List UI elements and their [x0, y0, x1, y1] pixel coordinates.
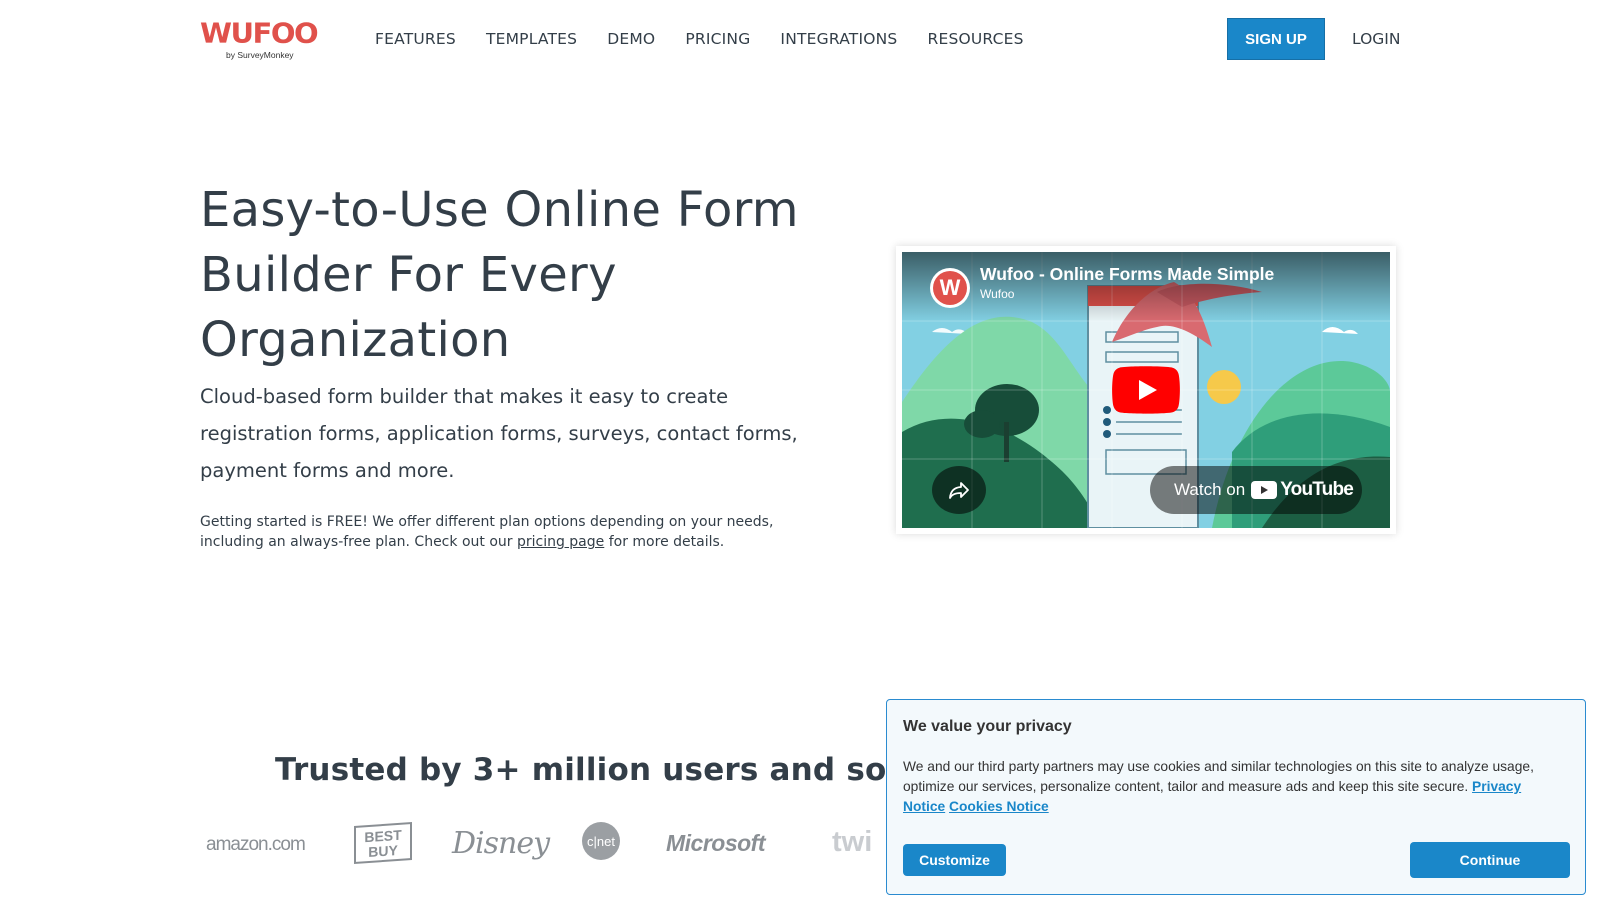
twitter-logo: twi	[832, 826, 873, 858]
youtube-icon	[1251, 481, 1278, 499]
nav-resources[interactable]: RESOURCES	[927, 30, 1023, 48]
logo-wordmark: WUFOO	[200, 16, 319, 50]
logo-subtext: by SurveyMonkey	[226, 50, 294, 60]
cnet-logo: c|net	[582, 822, 620, 860]
youtube-wordmark: YouTube	[1280, 479, 1354, 500]
nav-integrations[interactable]: INTEGRATIONS	[780, 30, 897, 48]
cookie-title: We value your privacy	[903, 718, 1072, 735]
play-icon[interactable]	[1112, 366, 1180, 414]
nav-demo[interactable]: DEMO	[607, 30, 655, 48]
video-title-overlay	[902, 252, 1390, 322]
microsoft-logo: Microsoft	[666, 830, 766, 856]
share-icon	[949, 482, 969, 499]
nav-features[interactable]: FEATURES	[375, 30, 456, 48]
cookie-consent-banner: We value your privacy We and our third p…	[886, 699, 1586, 895]
nav-templates[interactable]: TEMPLATES	[486, 30, 577, 48]
site-header: WUFOO by SurveyMonkey FEATURES TEMPLATES…	[0, 0, 1600, 80]
disney-logo: Disney	[452, 826, 550, 861]
cookies-notice-link[interactable]: Cookies Notice	[949, 799, 1049, 814]
continue-button[interactable]: Continue	[1410, 842, 1570, 878]
wufoo-logo[interactable]: WUFOO by SurveyMonkey	[200, 16, 319, 62]
watch-on-label: Watch on	[1174, 480, 1246, 499]
video-embed: W Wufoo - Online Forms Made Simple Wufoo…	[896, 246, 1396, 534]
video-title[interactable]: Wufoo - Online Forms Made Simple	[980, 264, 1274, 285]
hero-note-text-end: for more details.	[604, 534, 725, 550]
pricing-page-link[interactable]: pricing page	[517, 534, 604, 550]
channel-avatar-letter: W	[933, 271, 967, 305]
amazon-logo: amazon.com	[206, 834, 306, 855]
hero-subtitle: Cloud-based form builder that makes it e…	[200, 385, 798, 482]
watch-on-youtube-button[interactable]: Watch on YouTube	[1150, 466, 1362, 514]
nav-pricing[interactable]: PRICING	[685, 30, 750, 48]
channel-avatar[interactable]: W	[930, 268, 970, 308]
share-button[interactable]	[932, 466, 986, 514]
customize-button[interactable]: Customize	[903, 844, 1006, 876]
customer-logos: amazon.com BEST BUY Disney c|net Microso…	[200, 818, 890, 868]
video-player[interactable]: W Wufoo - Online Forms Made Simple Wufoo…	[902, 252, 1390, 528]
hero-note: Getting started is FREE! We offer differ…	[200, 512, 820, 552]
cookie-description: We and our third party partners may use …	[903, 759, 1534, 794]
hero-title: Easy-to-Use Online Form Builder For Ever…	[200, 182, 799, 368]
signup-button[interactable]: SIGN UP	[1227, 18, 1325, 60]
youtube-logo: YouTube	[1251, 479, 1354, 501]
login-link[interactable]: LOGIN	[1352, 30, 1400, 48]
video-channel: Wufoo	[980, 287, 1015, 301]
bestbuy-logo: BEST BUY	[354, 821, 412, 865]
main-nav: FEATURES TEMPLATES DEMO PRICING INTEGRAT…	[375, 30, 1054, 48]
cookie-text: We and our third party partners may use …	[903, 757, 1553, 817]
